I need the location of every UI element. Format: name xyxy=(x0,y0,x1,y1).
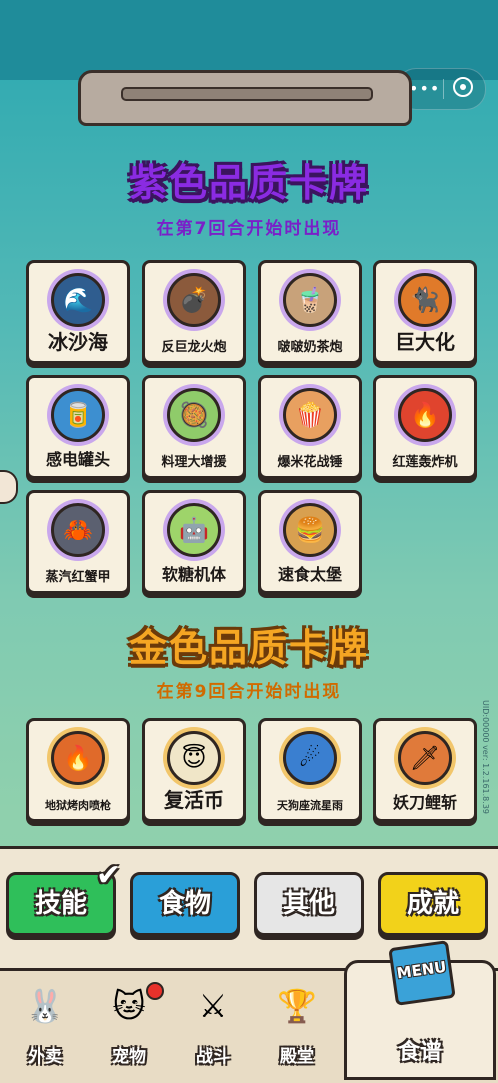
card-battery-can[interactable]: 🥫 感电罐头 xyxy=(26,375,130,479)
card-label: 巨大化 xyxy=(395,330,455,354)
checkmark-icon: ✔ xyxy=(96,858,122,893)
trophy-icon: 🏆 xyxy=(277,987,317,1025)
version-text: UID:00000 ver: 1.2.161.8.39 xyxy=(481,700,490,814)
card-giant-cat[interactable]: 🐈‍⬛ 巨大化 xyxy=(373,260,477,364)
milktea-cannon-icon: 🧋 xyxy=(283,273,337,327)
card-cannon[interactable]: 💣 反巨龙火炮 xyxy=(142,260,246,364)
card-label: 天狗座流星雨 xyxy=(277,799,343,812)
angel-cat-coin-icon: 😇 xyxy=(167,731,221,785)
popcorn-hammer-icon: 🍿 xyxy=(283,388,337,442)
purple-section-title: 紫色品质卡牌 xyxy=(128,161,369,205)
burger-icon: 🍔 xyxy=(283,503,337,557)
card-label: 地狱烤肉喷枪 xyxy=(45,799,111,812)
wave-icon: 🌊 xyxy=(51,273,105,327)
gold-section-subtitle: 在第9回合开始时出现 xyxy=(156,682,342,702)
card-label: 反巨龙火炮 xyxy=(161,340,227,355)
bomber-icon: 🔥 xyxy=(398,388,452,442)
card-popcorn-hammer[interactable]: 🍿 爆米花战锤 xyxy=(258,375,362,479)
card-bomber[interactable]: 🔥 红莲轰炸机 xyxy=(373,375,477,479)
side-peek-character[interactable] xyxy=(0,470,18,504)
katana-icon: 🗡 xyxy=(398,731,452,785)
card-gummy-robot[interactable]: 🤖 软糖机体 xyxy=(142,490,246,594)
target-circle-icon[interactable] xyxy=(453,77,473,97)
card-label: 红莲轰炸机 xyxy=(392,455,458,470)
card-label: 爆米花战锤 xyxy=(277,455,343,470)
card-label: 感电罐头 xyxy=(45,450,110,469)
purple-section-subtitle: 在第7回合开始时出现 xyxy=(156,219,342,239)
card-milktea-cannon[interactable]: 🧋 啵啵奶茶炮 xyxy=(258,260,362,364)
card-wave[interactable]: 🌊 冰沙海 xyxy=(26,260,130,364)
meteor-icon: ☄ xyxy=(283,731,337,785)
card-label: 料理大增援 xyxy=(161,455,227,470)
nav-item-hall[interactable]: 🏆 殿堂 xyxy=(256,972,338,1076)
capsule-divider xyxy=(443,79,444,99)
menu-book-icon: MENU xyxy=(388,940,456,1006)
nav-item-delivery[interactable]: 🐰 外卖 xyxy=(4,972,86,1076)
card-flamethrower[interactable]: 🔥 地狱烤肉喷枪 xyxy=(26,718,130,822)
card-label: 啵啵奶茶炮 xyxy=(277,340,343,355)
card-label: 妖刀鲤斩 xyxy=(392,793,457,812)
flamethrower-icon: 🔥 xyxy=(51,731,105,785)
nav-recipes-label: 食谱 xyxy=(397,1040,442,1065)
card-label: 软糖机体 xyxy=(161,565,226,584)
battle-vs-icon: ⚔ xyxy=(198,987,228,1025)
card-katana[interactable]: 🗡 妖刀鲤斩 xyxy=(373,718,477,822)
card-burger[interactable]: 🍔 速食太堡 xyxy=(258,490,362,594)
bunny-delivery-icon: 🐰 xyxy=(25,987,65,1025)
card-label: 复活币 xyxy=(164,788,224,812)
card-label: 速食太堡 xyxy=(277,565,342,584)
notification-badge xyxy=(146,982,164,1000)
gold-section-title: 金色品质卡牌 xyxy=(128,626,369,670)
card-angel-cat-coin[interactable]: 😇 复活币 xyxy=(142,718,246,822)
battery-can-icon: 🥫 xyxy=(51,388,105,442)
nav-item-battle[interactable]: ⚔ 战斗 xyxy=(172,972,254,1076)
gummy-robot-icon: 🤖 xyxy=(167,503,221,557)
tab-other[interactable]: 其他 xyxy=(254,872,364,936)
panel-handle-slot xyxy=(121,87,373,101)
panel-handle xyxy=(78,70,412,126)
more-icon[interactable]: ••• xyxy=(409,79,440,98)
cooking-icon: 🥘 xyxy=(167,388,221,442)
crab-armor-icon: 🦀 xyxy=(51,503,105,557)
card-cooking[interactable]: 🥘 料理大增援 xyxy=(142,375,246,479)
card-meteor[interactable]: ☄ 天狗座流星雨 xyxy=(258,718,362,822)
card-crab-armor[interactable]: 🦀 蒸汽红蟹甲 xyxy=(26,490,130,594)
cannon-icon: 💣 xyxy=(167,273,221,327)
card-label: 蒸汽红蟹甲 xyxy=(45,570,111,585)
tab-food[interactable]: 食物 xyxy=(130,872,240,936)
card-label: 冰沙海 xyxy=(48,330,108,354)
tab-achievements[interactable]: 成就 xyxy=(378,872,488,936)
giant-cat-icon: 🐈‍⬛ xyxy=(398,273,452,327)
